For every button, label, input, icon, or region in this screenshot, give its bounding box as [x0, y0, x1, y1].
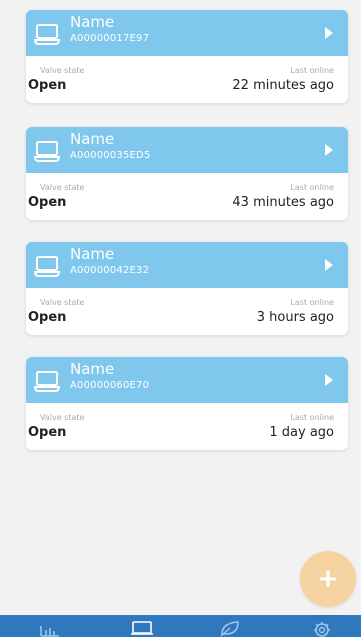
device-name: Name: [70, 245, 115, 263]
device-card[interactable]: Name A00000035ED5 Valve state Open Last …: [26, 127, 348, 220]
valve-state-value: Open: [28, 425, 67, 440]
chevron-right-icon[interactable]: [324, 373, 334, 387]
leaf-icon[interactable]: [218, 620, 242, 637]
chevron-right-icon[interactable]: [324, 258, 334, 272]
last-online-label: Last online: [290, 413, 334, 422]
valve-state-label: Valve state: [40, 298, 85, 307]
valve-state-label: Valve state: [40, 66, 85, 75]
device-card-header[interactable]: Name A00000017E97: [26, 10, 348, 56]
device-card[interactable]: Name A00000060E70 Valve state Open Last …: [26, 357, 348, 450]
last-online-value: 3 hours ago: [256, 310, 334, 325]
device-id: A00000060E70: [70, 380, 150, 391]
device-card-header[interactable]: Name A00000042E32: [26, 242, 348, 288]
device-name: Name: [70, 360, 115, 378]
device-icon: [34, 371, 61, 392]
device-icon: [34, 141, 61, 162]
device-icon[interactable]: [130, 620, 154, 637]
device-card-header[interactable]: Name A00000060E70: [26, 357, 348, 403]
valve-state-label: Valve state: [40, 183, 85, 192]
device-id: A00000017E97: [70, 33, 150, 44]
device-id: A00000042E32: [70, 265, 150, 276]
device-card-header[interactable]: Name A00000035ED5: [26, 127, 348, 173]
device-card[interactable]: Name A00000017E97 Valve state Open Last …: [26, 10, 348, 103]
last-online-value: 1 day ago: [269, 425, 334, 440]
chevron-right-icon[interactable]: [324, 26, 334, 40]
valve-state-value: Open: [28, 310, 67, 325]
device-name: Name: [70, 130, 115, 148]
valve-state-value: Open: [28, 195, 67, 210]
settings-icon[interactable]: [310, 620, 334, 637]
device-name: Name: [70, 13, 115, 31]
add-device-button[interactable]: +: [300, 551, 356, 607]
valve-state-label: Valve state: [40, 413, 85, 422]
device-icon: [34, 256, 61, 277]
last-online-label: Last online: [290, 66, 334, 75]
device-id: A00000035ED5: [70, 150, 151, 161]
bottom-tab-bar: [0, 615, 361, 637]
plus-icon: +: [317, 564, 339, 594]
device-card[interactable]: Name A00000042E32 Valve state Open Last …: [26, 242, 348, 335]
valve-state-value: Open: [28, 78, 67, 93]
device-icon: [34, 24, 61, 45]
last-online-value: 22 minutes ago: [232, 78, 334, 93]
last-online-label: Last online: [290, 298, 334, 307]
chevron-right-icon[interactable]: [324, 143, 334, 157]
chart-icon[interactable]: [38, 620, 62, 637]
last-online-label: Last online: [290, 183, 334, 192]
last-online-value: 43 minutes ago: [232, 195, 334, 210]
